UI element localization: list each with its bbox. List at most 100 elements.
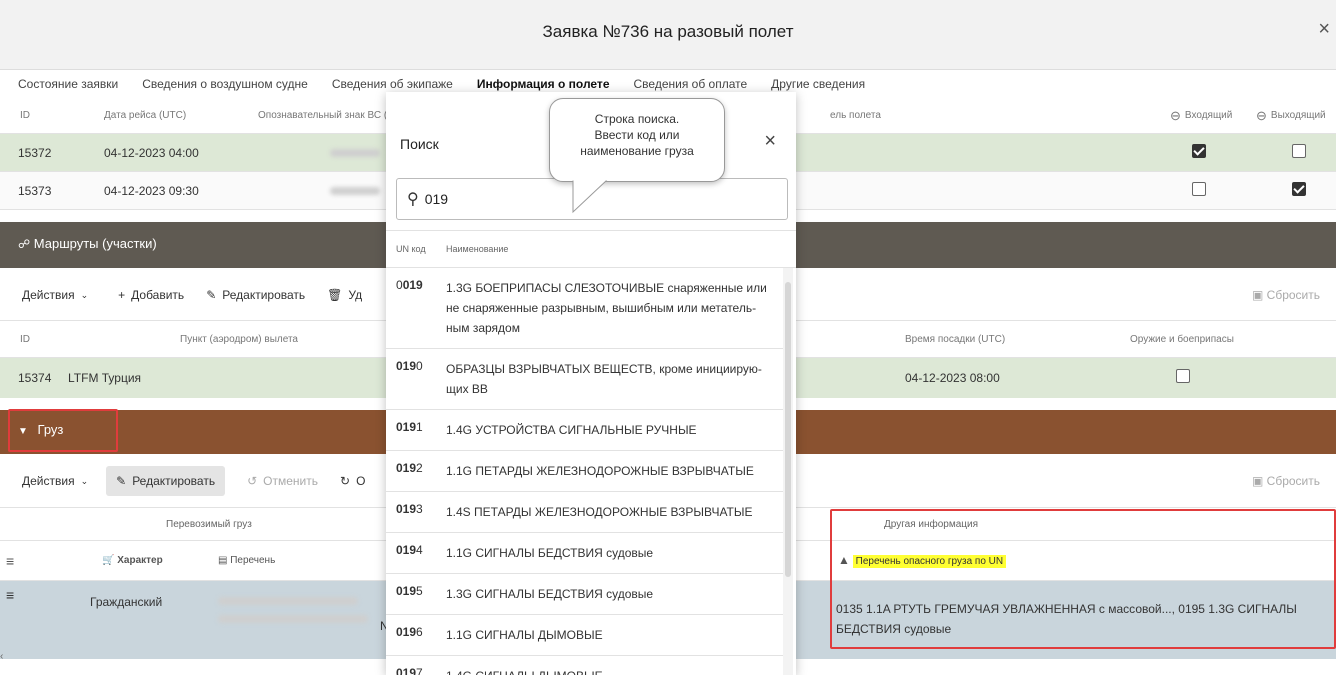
routes-delete-label: Уд <box>348 288 363 302</box>
window-title: Заявка №736 на разовый полет <box>542 22 794 41</box>
routes-add-label: Добавить <box>131 288 185 302</box>
routes-section-title: ☍ Маршруты (участки) <box>18 236 157 251</box>
callout-line1: Строка поиска. <box>594 112 680 126</box>
col-outgoing-label: Выходящий <box>1270 110 1326 121</box>
routes-actions-label: Действия <box>22 288 75 302</box>
routes-col-landing: Время посадки (UTC) <box>905 334 1006 345</box>
search-result-item[interactable]: 0196 1.1G СИГНАЛЫ ДЫМОВЫЕ <box>386 615 783 656</box>
result-name: 1.1G СИГНАЛЫ ДЫМОВЫЕ <box>446 628 603 642</box>
cargo-other-label: О <box>356 474 366 488</box>
result-name: 1.3G БОЕПРИПАСЫ СЛЕЗОТОЧИВЫЕ снаряженные… <box>446 281 767 335</box>
edit-icon: ✎ <box>206 288 217 302</box>
routes-reset-label: Сбросить <box>1266 288 1320 302</box>
routes-col-id: ID <box>20 334 30 345</box>
result-name: 1.1G ПЕТАРДЫ ЖЕЛЕЗНОДОРОЖНЫЕ ВЗРЫВЧАТЫЕ <box>446 464 754 478</box>
search-results-list: 0019 1.3G БОЕПРИПАСЫ СЛЕЗОТОЧИВЫЕ снаряже… <box>386 268 783 675</box>
flight-date: 04-12-2023 04:00 <box>104 145 199 160</box>
tab-request-status[interactable]: Состояние заявки <box>18 74 118 96</box>
cargo-edit-button[interactable]: ✎ Редактировать <box>106 466 226 496</box>
refresh-icon: ↻ <box>340 474 351 488</box>
result-name: 1.3G СИГНАЛЫ БЕДСТВИЯ судовые <box>446 587 654 601</box>
result-un-code: 0197 <box>396 666 423 675</box>
edit-icon: ✎ <box>116 474 127 488</box>
cargo-refresh-button[interactable]: ↻ О <box>340 474 365 488</box>
search-hint-callout: Строка поиска. Ввести код или наименован… <box>549 98 725 182</box>
search-result-item[interactable]: 0194 1.1G СИГНАЛЫ БЕДСТВИЯ судовые <box>386 533 783 574</box>
routes-delete-button[interactable]: 🗑 Уд <box>327 288 362 302</box>
result-name: 1.4G СИГНАЛЫ ДЫМОВЫЕ <box>432 656 778 675</box>
result-un-code: 0192 <box>396 461 423 475</box>
cargo-highlight-box <box>8 409 118 452</box>
cargo-character: Гражданский <box>90 595 163 609</box>
result-un-code: 0190 <box>396 359 423 373</box>
routes-col-departure: Пункт (аэродром) вылета <box>180 334 298 345</box>
routes-col-weapons: Оружие и боеприпасы <box>1130 334 1234 345</box>
cargo-reset-button[interactable]: ▣ Сбросить <box>1252 474 1320 488</box>
reset-icon: ▣ <box>1251 288 1264 302</box>
search-dialog-title: Поиск <box>400 136 439 152</box>
route-departure: LTFM Турция <box>68 371 142 385</box>
scrollbar-thumb[interactable] <box>785 282 791 577</box>
search-result-item[interactable]: 0195 1.3G СИГНАЛЫ БЕДСТВИЯ судовые <box>386 574 783 615</box>
cargo-group-transported: Перевозимый груз <box>166 519 252 530</box>
other-info-highlight-box <box>830 509 1336 649</box>
search-result-item[interactable]: 0190 ОБРАЗЦЫ ВЗРЫВЧАТЫХ ВЕЩЕСТВ, кроме ин… <box>386 349 783 410</box>
outgoing-checkbox[interactable] <box>1256 144 1336 161</box>
cargo-col-character[interactable]: 🛒 Характер <box>102 555 163 566</box>
cargo-actions-label: Действия <box>22 474 75 488</box>
close-icon[interactable]: × <box>1318 18 1330 41</box>
routes-section-label: Маршруты (участки) <box>33 236 157 251</box>
result-name: 1.1G СИГНАЛЫ БЕДСТВИЯ судовые <box>446 546 654 560</box>
result-name: ОБРАЗЦЫ ВЗРЫВЧАТЫХ ВЕЩЕСТВ, кроме иниции… <box>446 362 762 396</box>
trash-icon: 🗑 <box>327 288 343 302</box>
search-result-item[interactable]: 0019 1.3G БОЕПРИПАСЫ СЛЕЗОТОЧИВЫЕ снаряже… <box>386 268 783 349</box>
search-results-scrollbar[interactable] <box>783 268 793 675</box>
tab-aircraft-info[interactable]: Сведения о воздушном судне <box>142 74 308 96</box>
result-un-code: 0019 <box>396 278 423 292</box>
cargo-cancel-button[interactable]: ↺ Отменить <box>247 474 318 488</box>
routes-edit-button[interactable]: ✎ Редактировать <box>206 288 305 302</box>
result-name: 1.4S ПЕТАРДЫ ЖЕЛЕЗНОДОРОЖНЫЕ ВЗРЫВЧАТЫЕ <box>446 505 753 519</box>
weapons-checkbox[interactable] <box>1176 369 1190 386</box>
incoming-checkbox[interactable] <box>1170 144 1256 161</box>
callout-line2: Ввести код или <box>594 128 680 142</box>
routes-reset-button[interactable]: ▣ Сбросить <box>1252 288 1320 302</box>
callout-line3: наименование груза <box>580 144 694 158</box>
search-result-item[interactable]: 0192 1.1G ПЕТАРДЫ ЖЕЛЕЗНОДОРОЖНЫЕ ВЗРЫВЧА… <box>386 451 783 492</box>
flight-id: 15372 <box>18 145 52 160</box>
cargo-col-list[interactable]: ▤ Перечень <box>218 555 275 566</box>
col-name: Наименование <box>446 244 509 254</box>
row-menu-icon[interactable]: ≡ <box>6 587 14 603</box>
route-id: 15374 <box>18 371 52 385</box>
col-incoming[interactable]: ⊖ Входящий <box>1170 108 1256 124</box>
col-date: Дата рейса (UTC) <box>104 110 187 121</box>
callout-pointer <box>572 180 608 214</box>
search-result-item[interactable]: 0193 1.4S ПЕТАРДЫ ЖЕЛЕЗНОДОРОЖНЫЕ ВЗРЫВЧА… <box>386 492 783 533</box>
close-icon[interactable]: × <box>764 130 776 153</box>
col-id: ID <box>20 110 30 121</box>
incoming-checkbox[interactable] <box>1170 182 1256 199</box>
cargo-col-character-label: Характер <box>117 555 163 566</box>
routes-actions-menu[interactable]: Действия ⌄ <box>22 288 88 302</box>
cargo-list-redacted <box>218 597 368 623</box>
search-result-item[interactable]: 0191 1.4G УСТРОЙСТВА СИГНАЛЬНЫЕ РУЧНЫЕ <box>386 410 783 451</box>
result-name: 1.4G УСТРОЙСТВА СИГНАЛЬНЫЕ РУЧНЫЕ <box>446 423 697 437</box>
cargo-reset-label: Сбросить <box>1266 474 1320 488</box>
chevron-down-icon: ⌄ <box>80 289 89 300</box>
col-un-code: UN код <box>396 244 426 254</box>
routes-edit-label: Редактировать <box>222 288 306 302</box>
list-icon: ▤ <box>218 555 228 566</box>
routes-add-button[interactable]: + Добавить <box>118 288 184 302</box>
result-un-code: 0196 <box>396 625 423 639</box>
menu-icon[interactable]: ≡ <box>6 553 14 569</box>
search-icon: ⚲ <box>407 191 419 208</box>
cargo-actions-menu[interactable]: Действия ⌄ <box>22 474 88 488</box>
outgoing-checkbox[interactable] <box>1256 182 1336 199</box>
col-outgoing[interactable]: ⊖ Выходящий <box>1256 108 1336 124</box>
cart-icon: 🛒 <box>102 555 115 566</box>
search-results-header: UN код Наименование <box>386 230 796 268</box>
scroll-left-icon[interactable]: ‹ <box>0 651 3 662</box>
cargo-cancel-label: Отменить <box>263 474 318 488</box>
result-un-code: 0195 <box>396 584 423 598</box>
search-result-item[interactable]: 0197 1.4G СИГНАЛЫ ДЫМОВЫЕ <box>386 656 783 675</box>
